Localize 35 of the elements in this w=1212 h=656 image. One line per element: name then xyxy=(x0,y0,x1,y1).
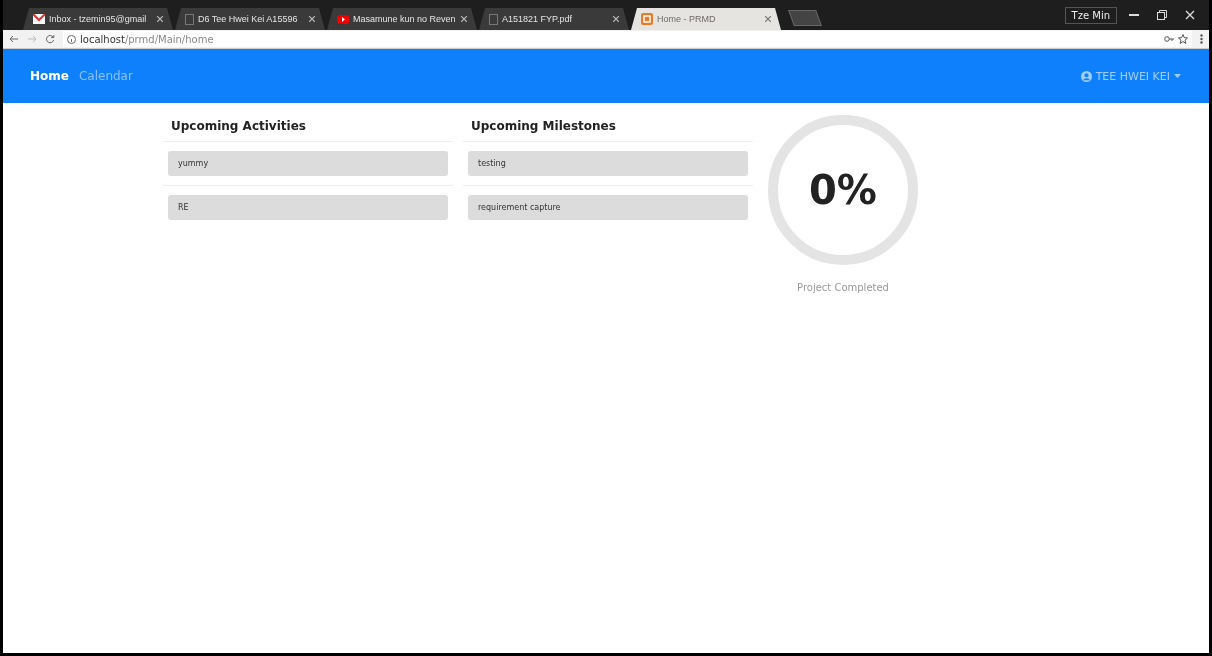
browser-tab[interactable]: Inbox - tzemin95@gmail xyxy=(23,8,173,30)
browser-tab[interactable]: Masamune kun no Reven xyxy=(327,8,477,30)
browser-tab[interactable]: D6 Tee Hwei Kei A15596 xyxy=(175,8,325,30)
list-item[interactable]: testing xyxy=(468,151,748,176)
play-icon xyxy=(337,14,349,24)
menu-icon[interactable] xyxy=(1200,34,1203,44)
info-icon xyxy=(67,34,76,44)
mail-icon xyxy=(33,14,45,24)
close-icon[interactable] xyxy=(461,16,467,22)
progress-percent: 0% xyxy=(809,167,877,213)
nav-link[interactable]: Home xyxy=(30,69,69,83)
new-tab-button[interactable] xyxy=(788,10,822,26)
progress-caption: Project Completed xyxy=(797,282,889,293)
close-icon[interactable] xyxy=(613,16,619,22)
list-item[interactable]: yummy xyxy=(168,151,448,176)
url-text: localhost/prmd/Main/home xyxy=(80,33,214,45)
address-field[interactable]: localhost/prmd/Main/home xyxy=(63,31,1192,47)
user-icon xyxy=(1080,70,1092,82)
close-icon[interactable] xyxy=(309,16,315,22)
profile-button[interactable]: Tze Min xyxy=(1064,6,1117,24)
column-title: Upcoming Activities xyxy=(163,113,453,142)
document-icon xyxy=(489,13,498,25)
back-icon[interactable] xyxy=(9,34,19,44)
browser-tab[interactable]: Home - PRMD xyxy=(631,8,781,30)
document-icon xyxy=(185,13,194,25)
reload-icon[interactable] xyxy=(45,34,55,44)
key-icon[interactable] xyxy=(1164,35,1174,43)
list-item[interactable]: requirement capture xyxy=(468,195,748,220)
star-icon[interactable] xyxy=(1178,34,1188,44)
app-icon xyxy=(641,13,653,25)
list-item[interactable]: RE xyxy=(168,195,448,220)
column-title: Upcoming Milestones xyxy=(463,113,753,142)
close-icon[interactable] xyxy=(157,16,163,22)
caret-icon xyxy=(1174,74,1181,78)
browser-tab[interactable]: A151821 FYP.pdf xyxy=(479,8,629,30)
